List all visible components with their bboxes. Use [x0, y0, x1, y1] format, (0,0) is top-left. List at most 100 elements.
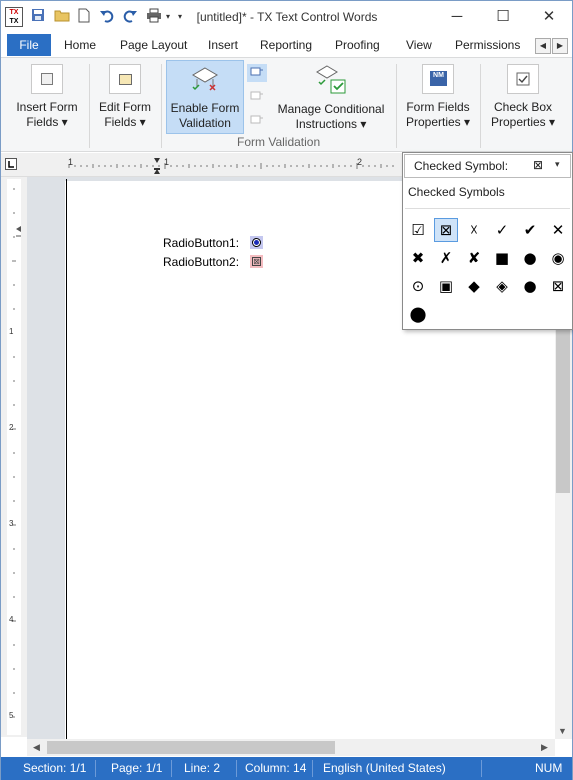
status-section: Section: 1/1 [23, 761, 87, 775]
new-document-icon[interactable] [75, 8, 93, 26]
tabs-scroll-right-button[interactable]: ▶ [552, 38, 568, 54]
status-separator [312, 760, 313, 777]
radio-button-2[interactable]: ⊠ [250, 255, 263, 268]
manage-conditional-instructions-button[interactable]: Manage Conditional Instructions ▾ [273, 62, 389, 134]
ruler-mark: 2 [357, 157, 363, 167]
symbol-option[interactable]: ✗ [434, 246, 458, 270]
enable-form-validation-button[interactable]: Enable Form Validation [166, 60, 244, 134]
ribbon-separator [480, 64, 481, 148]
maximize-button[interactable]: ☐ [480, 1, 526, 33]
status-separator [95, 760, 96, 777]
tab-reporting[interactable]: Reporting [260, 38, 312, 52]
edit-form-field-icon [109, 64, 141, 94]
symbol-option[interactable]: ⊠ [434, 218, 458, 242]
popup-divider [405, 208, 570, 209]
check-box-properties-button[interactable]: Check Box Properties ▾ [485, 62, 561, 134]
symbol-option[interactable]: ◈ [490, 274, 514, 298]
checked-symbol-combo[interactable]: Checked Symbol: ⊠ ▾ [404, 154, 571, 178]
chevron-down-icon[interactable]: ▾ [555, 159, 560, 170]
vruler-mark: 1 [9, 327, 14, 336]
conditional-instructions-icon [315, 64, 347, 96]
ribbon: Insert Form Fields ▾ Edit Form Fields ▾ … [1, 57, 572, 152]
insert-form-fields-button[interactable]: Insert Form Fields ▾ [9, 62, 85, 134]
status-separator [481, 760, 482, 777]
tab-stop-selector[interactable] [5, 158, 17, 170]
vruler-mark: 5 [9, 711, 14, 720]
symbol-option[interactable]: ✓ [490, 218, 514, 242]
minimize-button[interactable]: ─ [434, 1, 480, 33]
symbol-option[interactable]: ✔ [518, 218, 542, 242]
status-separator [171, 760, 172, 777]
checked-symbols-heading: Checked Symbols [408, 185, 505, 199]
symbol-option[interactable]: ⬤ [406, 302, 430, 326]
vruler-mark: 4 [9, 615, 14, 624]
horizontal-ruler[interactable] [1, 153, 402, 177]
tabs-scroll-left-button[interactable]: ◀ [535, 38, 551, 54]
open-folder-icon[interactable] [53, 8, 71, 26]
validation-option-3-icon[interactable] [247, 112, 267, 130]
insert-form-field-icon [31, 64, 63, 94]
vruler-mark: 2 [9, 423, 14, 432]
validation-option-1-icon[interactable] [247, 64, 267, 82]
symbol-option[interactable]: ● [518, 274, 542, 298]
tab-home[interactable]: Home [64, 38, 96, 52]
status-separator [236, 760, 237, 777]
tab-view[interactable]: View [406, 38, 432, 52]
ribbon-separator [396, 64, 397, 148]
scroll-right-arrow-icon[interactable]: ▶ [541, 742, 548, 753]
status-bar: Section: 1/1 Page: 1/1 Line: 2 Column: 1… [1, 757, 572, 780]
status-language[interactable]: English (United States) [323, 761, 446, 775]
app-logo-icon: TX TX [5, 7, 23, 27]
radio-button-1-label: RadioButton1: [163, 236, 240, 250]
status-column: Column: 14 [245, 761, 307, 775]
close-button[interactable]: ✕ [526, 1, 572, 33]
tab-proofing[interactable]: Proofing [335, 38, 380, 52]
form-validation-icon [189, 65, 221, 95]
symbol-option[interactable]: ◆ [462, 274, 486, 298]
symbol-option[interactable]: ⊙ [406, 274, 430, 298]
scroll-left-arrow-icon[interactable]: ◀ [33, 742, 40, 753]
ruler-mark: 1 [68, 157, 74, 167]
tab-file[interactable]: File [7, 34, 51, 56]
ribbon-tabs: File Home Page Layout Insert Reporting P… [1, 33, 572, 57]
symbol-option[interactable]: ● [518, 246, 542, 270]
validation-option-2-icon[interactable] [247, 88, 267, 106]
status-page: Page: 1/1 [111, 761, 163, 775]
symbol-option[interactable]: ✘ [462, 246, 486, 270]
form-fields-properties-button[interactable]: NM Form Fields Properties ▾ [401, 62, 475, 134]
tab-insert[interactable]: Insert [208, 38, 238, 52]
ruler-mark: 1 [164, 157, 170, 167]
edit-form-fields-button[interactable]: Edit Form Fields ▾ [93, 62, 157, 134]
form-fields-properties-icon: NM [422, 64, 454, 94]
ribbon-separator [161, 64, 162, 148]
symbol-option[interactable]: ✕ [546, 218, 570, 242]
tab-page-layout[interactable]: Page Layout [120, 38, 187, 52]
radio-button-2-label: RadioButton2: [163, 255, 240, 269]
symbol-option[interactable]: ☑ [406, 218, 430, 242]
vruler-mark: 3 [9, 519, 14, 528]
scroll-down-arrow-icon[interactable]: ▼ [558, 726, 567, 736]
symbol-option[interactable]: ■ [490, 246, 514, 270]
symbol-option[interactable]: ◉ [546, 246, 570, 270]
undo-icon[interactable] [98, 8, 116, 26]
save-icon[interactable] [29, 8, 47, 26]
radio-button-1[interactable] [250, 236, 263, 249]
vertical-ruler-track [7, 179, 21, 735]
redo-icon[interactable] [121, 8, 139, 26]
symbol-option[interactable]: ☓ [462, 218, 486, 242]
checked-symbol-value: ⊠ [533, 158, 544, 172]
left-margin-line [66, 179, 67, 739]
status-num-lock: NUM [535, 761, 563, 775]
vertical-scroll-thumb[interactable] [556, 311, 570, 493]
check-box-properties-icon [507, 64, 539, 94]
symbol-option[interactable]: ⊠ [546, 274, 570, 298]
title-bar: TX TX ▾ ▾ [untitled]* - TX Text Control W… [1, 1, 572, 33]
checked-symbol-label: Checked Symbol: [414, 159, 509, 173]
tab-permissions[interactable]: Permissions [455, 38, 520, 52]
ribbon-separator [89, 64, 90, 148]
symbol-option[interactable]: ▣ [434, 274, 458, 298]
symbol-option[interactable]: ✖ [406, 246, 430, 270]
horizontal-scroll-thumb[interactable] [47, 741, 335, 754]
status-line: Line: 2 [184, 761, 221, 775]
application-window: TX TX ▾ ▾ [untitled]* - TX Text Control W… [0, 0, 573, 780]
